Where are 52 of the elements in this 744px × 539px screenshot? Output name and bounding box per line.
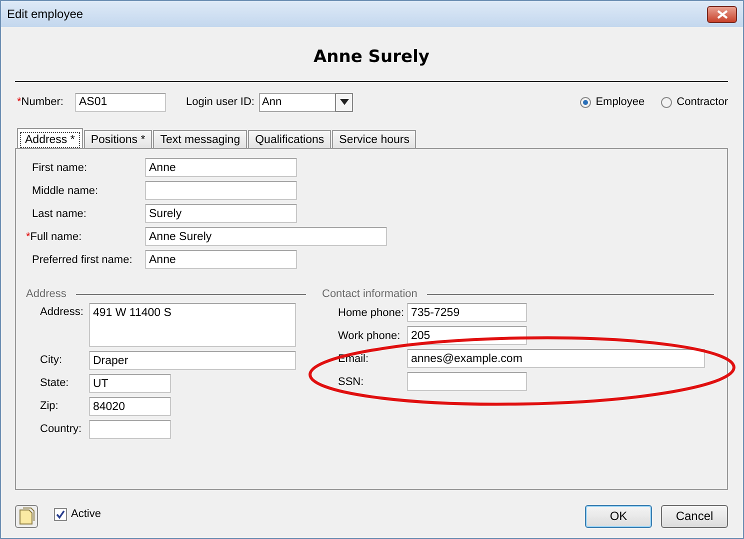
close-icon [716,10,728,18]
tab[interactable]: Address * [17,128,83,148]
tab[interactable]: Text messaging [153,130,248,148]
field-label: Preferred first name: [32,254,134,266]
text-field[interactable] [145,181,297,200]
number-label: *Number: [16,96,64,108]
dropdown-button[interactable] [335,92,353,112]
field-label: City: [39,353,63,366]
field-label: Email: [337,352,370,364]
field-label: Zip: [39,399,60,412]
text-field[interactable]: Surely [145,204,297,223]
field-label: Middle name: [32,184,100,196]
text-field[interactable]: Anne [145,158,297,177]
dialog-button[interactable]: OK [585,504,652,528]
dialog-button[interactable]: Cancel [661,504,728,528]
worker-type-radio[interactable]: Employee [580,96,645,108]
text-field[interactable]: Anne [145,250,297,269]
text-field[interactable]: Draper [89,351,296,370]
employee-name-heading: Anne Surely [312,47,430,69]
section-title: Address [26,288,66,300]
field-label: Country: [39,422,83,435]
tab[interactable]: Service hours [332,130,416,148]
field-label: Home phone: [337,306,406,318]
section-title: Contact information [322,288,418,300]
field-label: *Full name: [26,230,83,242]
active-checkbox[interactable]: Active [54,508,101,520]
field-label: State: [39,376,70,389]
text-field[interactable]: 84020 [89,397,171,416]
caret-icon [340,99,348,105]
text-field[interactable]: annes@example.com [407,349,705,368]
number-field[interactable]: AS01 [75,92,166,112]
tab[interactable]: Qualifications [248,130,332,148]
text-field[interactable]: 735-7259 [407,303,527,322]
window-title: Edit employee [7,7,84,21]
text-field[interactable] [407,372,527,391]
field-label: Work phone: [337,330,402,342]
text-field[interactable]: UT [89,374,171,393]
text-field[interactable] [89,420,171,439]
document-icon [18,507,34,525]
field-label: Last name: [32,208,88,220]
field-label: First name: [32,162,88,174]
field-label: SSN: [337,376,365,388]
worker-type-radio[interactable]: Contractor [660,96,728,108]
close-button[interactable] [707,6,737,22]
text-field[interactable]: Anne Surely [145,227,387,246]
login-user-id-field[interactable]: Ann [259,92,335,112]
text-area[interactable]: 491 W 11400 S [89,303,296,347]
field-label: Address: [39,305,84,318]
check-icon [56,510,65,518]
document-button[interactable] [15,504,38,528]
tab[interactable]: Positions * [84,130,152,148]
login-user-id-label: Login user ID: [186,96,256,108]
